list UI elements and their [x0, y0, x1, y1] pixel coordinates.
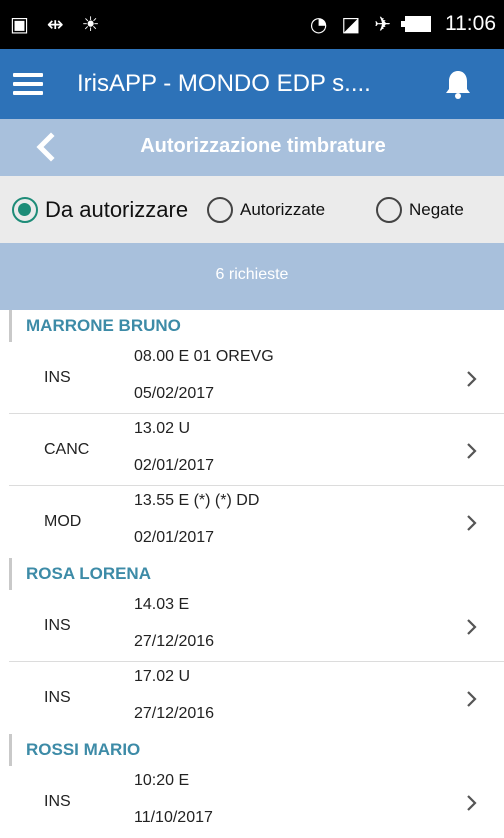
- group-header: ROSA LORENA: [9, 558, 504, 590]
- chevron-right-icon: [467, 371, 477, 387]
- filter-negate[interactable]: Negate: [376, 197, 464, 223]
- page-header: Autorizzazione timbrature: [0, 119, 504, 176]
- chevron-right-icon: [467, 795, 477, 811]
- item-type: INS: [44, 617, 71, 634]
- request-count-bar: 6 richieste: [0, 243, 504, 310]
- filter-label: Negate: [409, 200, 464, 219]
- list-item[interactable]: INS 08.00 E 01 OREVG 05/02/2017: [9, 342, 504, 414]
- app-bar: IrisAPP - MONDO EDP s....: [0, 49, 504, 119]
- chevron-right-icon: [467, 515, 477, 531]
- page-title: Autorizzazione timbrature: [140, 135, 386, 157]
- hamburger-menu-icon[interactable]: [13, 73, 43, 95]
- battery-icon: [401, 16, 431, 32]
- item-detail: 14.03 E: [134, 596, 190, 613]
- item-type: INS: [44, 369, 71, 386]
- no-sim-icon: ◪: [341, 12, 361, 36]
- request-list: MARRONE BRUNO INS 08.00 E 01 OREVG 05/02…: [0, 310, 504, 838]
- item-date: 27/12/2016: [134, 705, 215, 722]
- item-detail: 08.00 E 01 OREVG: [134, 348, 274, 365]
- item-type: CANC: [44, 441, 90, 458]
- image-notification-icon: ▣: [10, 12, 29, 36]
- item-detail: 17.02 U: [134, 668, 191, 685]
- radio-unselected-icon[interactable]: [376, 197, 402, 223]
- item-detail: 10:20 E: [134, 772, 190, 789]
- chevron-right-icon: [467, 619, 477, 635]
- chevron-right-icon: [467, 443, 477, 459]
- app-title: IrisAPP - MONDO EDP s....: [77, 70, 371, 97]
- group-header: ROSSI MARIO: [9, 734, 504, 766]
- status-time: 11:06: [445, 12, 496, 35]
- item-date: 27/12/2016: [134, 633, 215, 650]
- status-bar-right: ◔ ◪ ✈ 11:06: [310, 10, 496, 38]
- item-date: 02/01/2017: [134, 529, 215, 546]
- group-header: MARRONE BRUNO: [9, 310, 504, 342]
- item-type: INS: [44, 689, 71, 706]
- filter-label: Autorizzate: [240, 200, 326, 219]
- list-item[interactable]: INS 10:20 E 11/10/2017: [9, 766, 504, 838]
- filter-da-autorizzare[interactable]: Da autorizzare: [12, 197, 188, 223]
- item-detail: 13.02 U: [134, 420, 191, 437]
- usb-icon: ⇹: [46, 12, 64, 36]
- item-date: 05/02/2017: [134, 385, 215, 402]
- filter-label: Da autorizzare: [45, 197, 189, 222]
- radio-selected-icon[interactable]: [12, 197, 38, 223]
- item-date: 11/10/2017: [134, 809, 213, 826]
- filter-autorizzate[interactable]: Autorizzate: [207, 197, 325, 223]
- bell-icon[interactable]: [442, 68, 474, 100]
- list-item[interactable]: INS 17.02 U 27/12/2016: [9, 662, 504, 734]
- list-item[interactable]: CANC 13.02 U 02/01/2017: [9, 414, 504, 486]
- item-date: 02/01/2017: [134, 457, 215, 474]
- wifi-icon: ◔: [309, 12, 328, 36]
- status-bar: ▣ ⇹ ☀ ◔ ◪ ✈ 11:06: [0, 0, 504, 49]
- list-item[interactable]: MOD 13.55 E (*) (*) DD 02/01/2017: [9, 486, 504, 558]
- radio-unselected-icon[interactable]: [207, 197, 233, 223]
- item-type: MOD: [44, 513, 82, 530]
- list-item[interactable]: INS 14.03 E 27/12/2016: [9, 590, 504, 662]
- item-type: INS: [44, 793, 71, 810]
- filter-radio-group: Da autorizzare Autorizzate Negate: [0, 176, 504, 243]
- android-debug-icon: ☀: [81, 12, 100, 36]
- chevron-right-icon: [467, 691, 477, 707]
- status-bar-left: ▣ ⇹ ☀: [10, 10, 100, 38]
- airplane-mode-icon: ✈: [374, 12, 391, 36]
- item-detail: 13.55 E (*) (*) DD: [134, 492, 260, 509]
